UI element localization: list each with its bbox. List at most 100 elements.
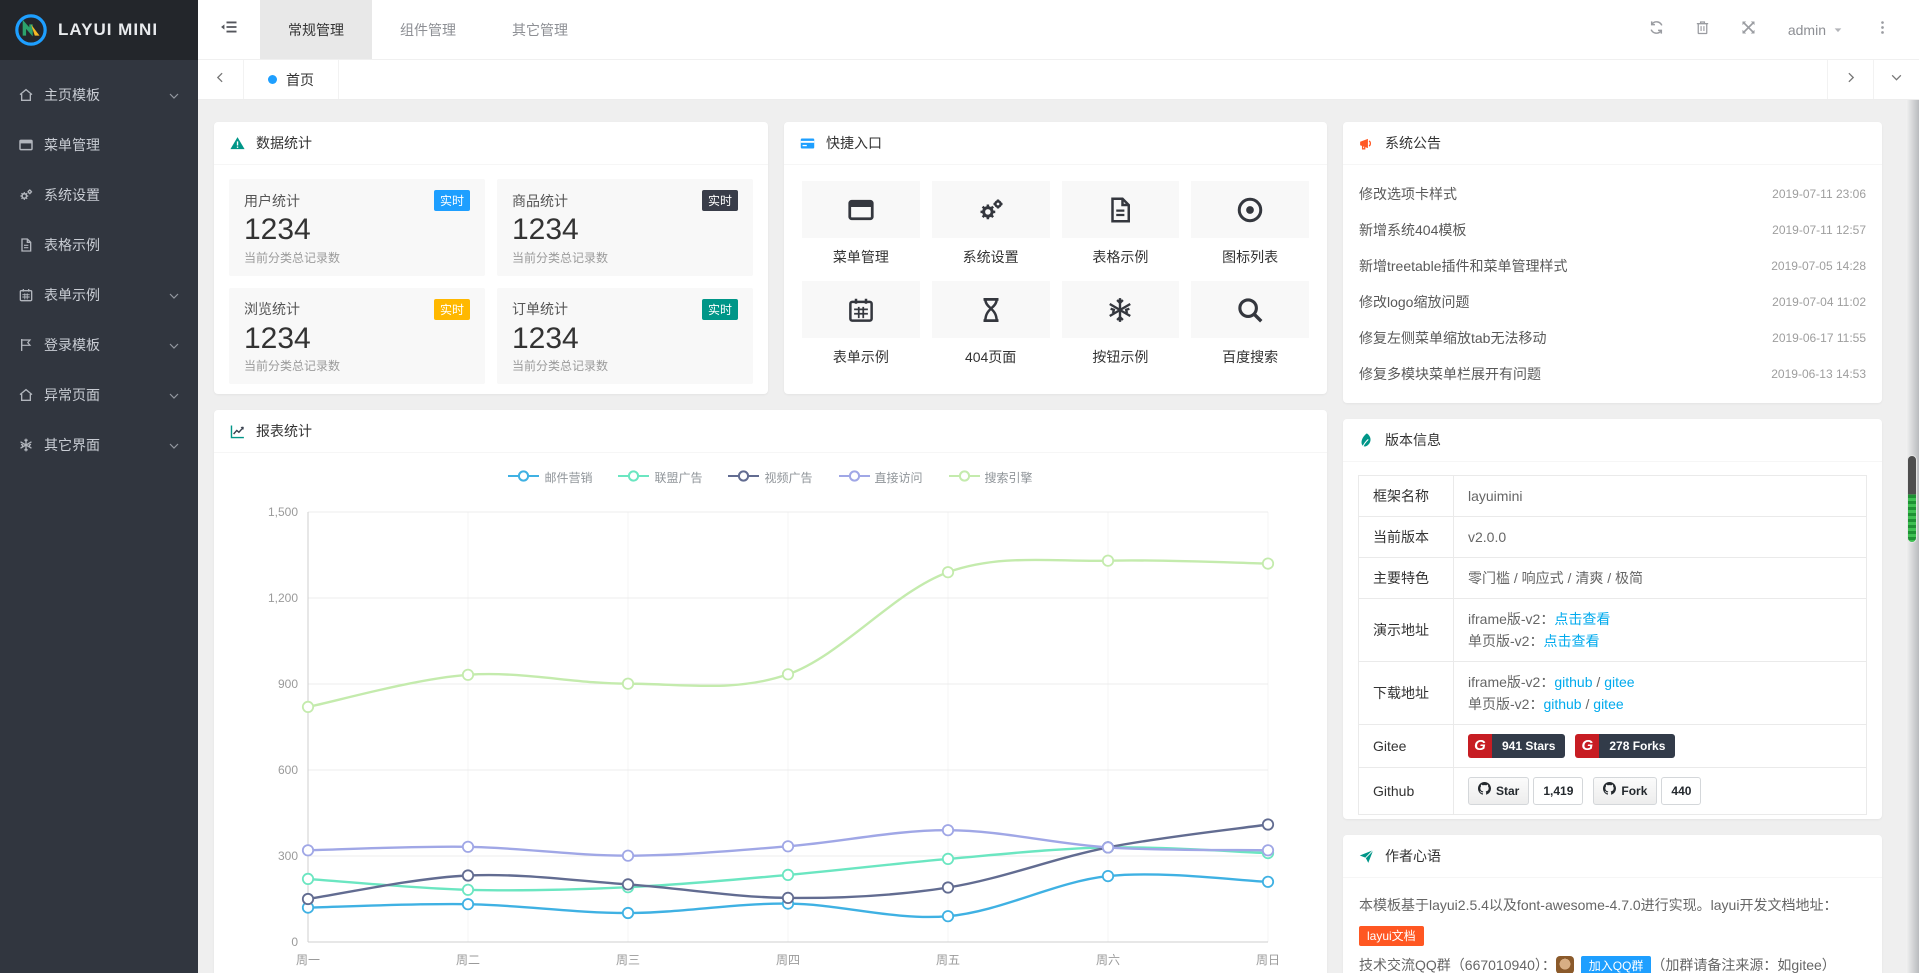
kebab-icon — [1874, 19, 1891, 41]
quick-item-1[interactable]: 菜单管理 — [802, 181, 920, 267]
quick-item-6[interactable]: 404页面 — [932, 281, 1050, 367]
quick-item-7[interactable]: 按钮示例 — [1062, 281, 1180, 367]
sidebar-item-7[interactable]: 异常页面 — [0, 370, 198, 420]
announcement-item-6[interactable]: 修复多模块菜单栏展开有问题2019-06-13 14:53 — [1343, 356, 1882, 392]
gitee-logo-icon: G — [1575, 734, 1599, 758]
chevron-right-icon — [1844, 71, 1857, 89]
tab-home[interactable]: 首页 — [244, 60, 339, 99]
caret-down-icon — [1833, 22, 1843, 38]
svg-text:周五: 周五 — [936, 953, 960, 967]
stat-box-top: 浏览统计实时 — [244, 299, 470, 320]
stat-realtime-badge: 实时 — [434, 190, 470, 211]
sidebar-item-8[interactable]: 其它界面 — [0, 420, 198, 470]
snowflake-icon — [18, 437, 34, 453]
announcement-item-2[interactable]: 新增系统404模板2019-07-11 12:57 — [1343, 212, 1882, 248]
version-link-line: iframe版-v2：点击查看 — [1468, 608, 1852, 630]
quick-item-3[interactable]: 表格示例 — [1062, 181, 1180, 267]
home-icon — [18, 87, 34, 103]
stat-value: 1234 — [512, 320, 738, 358]
link-line-prefix: 单页版-v2： — [1468, 696, 1543, 712]
stat-realtime-badge: 实时 — [434, 299, 470, 320]
stat-box-1: 用户统计实时1234当前分类总记录数 — [229, 179, 485, 276]
version-link[interactable]: github — [1543, 696, 1581, 712]
sidebar-item-label: 异常页面 — [44, 385, 168, 405]
logo[interactable]: LAYUI MINI — [0, 0, 198, 60]
refresh-button[interactable] — [1634, 0, 1680, 60]
github-count: 440 — [1661, 777, 1701, 805]
legend-marker — [949, 470, 980, 485]
scrollbar-track[interactable] — [1906, 100, 1919, 973]
user-menu[interactable]: admin — [1772, 22, 1859, 38]
sidebar-item-4[interactable]: 表格示例 — [0, 220, 198, 270]
github-star-button[interactable]: Star1,419 — [1468, 777, 1583, 805]
announcement-text: 修改选项卡样式 — [1359, 184, 1457, 204]
top-nav: 常规管理组件管理其它管理 — [260, 0, 596, 59]
chevron-down-icon — [168, 389, 180, 401]
announcement-item-5[interactable]: 修复左侧菜单缩放tab无法移动2019-06-17 11:55 — [1343, 320, 1882, 356]
sidebar-item-1[interactable]: 主页模板 — [0, 70, 198, 120]
sidebar-item-5[interactable]: 表单示例 — [0, 270, 198, 320]
file-icon — [1062, 181, 1180, 238]
version-link-line: 单页版-v2：点击查看 — [1468, 630, 1852, 652]
github-fork-button[interactable]: Fork440 — [1593, 777, 1701, 805]
tabs-menu-button[interactable] — [1873, 60, 1919, 99]
gitee-badge[interactable]: G941 Stars — [1468, 734, 1565, 758]
sidebar-item-6[interactable]: 登录模板 — [0, 320, 198, 370]
quick-item-8[interactable]: 百度搜索 — [1191, 281, 1309, 367]
legend-item-3[interactable]: 视频广告 — [728, 469, 812, 486]
scrollbar-thumb[interactable] — [1907, 455, 1917, 543]
legend-item-2[interactable]: 联盟广告 — [618, 469, 702, 486]
announcement-card-header: 系统公告 — [1343, 122, 1882, 165]
version-link[interactable]: github — [1554, 674, 1592, 690]
version-row-value: G941 Stars G278 Forks — [1454, 725, 1867, 768]
quick-item-4[interactable]: 图标列表 — [1191, 181, 1309, 267]
clear-cache-button[interactable] — [1680, 0, 1726, 60]
window-icon — [18, 137, 34, 153]
sidebar-item-label: 表单示例 — [44, 285, 168, 305]
version-link[interactable]: gitee — [1604, 674, 1634, 690]
quick-item-2[interactable]: 系统设置 — [932, 181, 1050, 267]
paper-plane-icon — [1358, 848, 1375, 865]
stats-card: 数据统计 用户统计实时1234当前分类总记录数商品统计实时1234当前分类总记录… — [214, 122, 768, 394]
legend-item-4[interactable]: 直接访问 — [839, 469, 923, 486]
stats-grid: 用户统计实时1234当前分类总记录数商品统计实时1234当前分类总记录数浏览统计… — [214, 165, 768, 398]
tabs-scroll-left-button[interactable] — [198, 60, 244, 99]
more-menu-button[interactable] — [1859, 0, 1905, 60]
gears-icon — [932, 181, 1050, 238]
top-nav-tab-2[interactable]: 组件管理 — [372, 0, 484, 59]
sidebar-item-3[interactable]: 系统设置 — [0, 170, 198, 220]
fullscreen-button[interactable] — [1726, 0, 1772, 60]
qq-group-badge[interactable]: 加入QQ群 — [1581, 956, 1652, 973]
top-nav-tab-1[interactable]: 常规管理 — [260, 0, 372, 59]
link-line-prefix: iframe版-v2： — [1468, 674, 1554, 690]
stat-box-top: 订单统计实时 — [512, 299, 738, 320]
sidebar-item-label: 菜单管理 — [44, 135, 180, 155]
announcement-text: 修改logo缩放问题 — [1359, 292, 1469, 312]
version-link[interactable]: 点击查看 — [1543, 633, 1599, 649]
announcement-date: 2019-07-11 12:57 — [1772, 223, 1866, 237]
version-row-7: Github Star1,419 Fork440 — [1359, 768, 1867, 815]
version-row-label: Github — [1359, 768, 1454, 815]
calendar-icon — [18, 287, 34, 303]
chevron-left-icon — [214, 71, 227, 89]
gitee-badge[interactable]: G278 Forks — [1575, 734, 1675, 758]
announcement-item-4[interactable]: 修改logo缩放问题2019-07-04 11:02 — [1343, 284, 1882, 320]
legend-label: 直接访问 — [875, 469, 923, 486]
layui-doc-badge[interactable]: layui文档 — [1359, 926, 1424, 946]
author-line-2-suffix: （加群请备注来源：如gitee） — [1651, 957, 1835, 973]
legend-item-5[interactable]: 搜索引擎 — [949, 469, 1033, 486]
menu-toggle-button[interactable] — [198, 0, 260, 59]
legend-marker — [728, 470, 759, 485]
legend-item-1[interactable]: 邮件营销 — [508, 469, 592, 486]
announcement-item-3[interactable]: 新增treetable插件和菜单管理样式2019-07-05 14:28 — [1343, 248, 1882, 284]
quick-card-title: 快捷入口 — [826, 133, 882, 153]
announcement-item-1[interactable]: 修改选项卡样式2019-07-11 23:06 — [1343, 176, 1882, 212]
sidebar-menu: 主页模板菜单管理系统设置表格示例表单示例登录模板异常页面其它界面 — [0, 60, 198, 470]
quick-item-5[interactable]: 表单示例 — [802, 281, 920, 367]
tabs-scroll-right-button[interactable] — [1827, 60, 1873, 99]
version-link[interactable]: gitee — [1593, 696, 1623, 712]
top-nav-tab-3[interactable]: 其它管理 — [484, 0, 596, 59]
sidebar-item-2[interactable]: 菜单管理 — [0, 120, 198, 170]
version-link[interactable]: 点击查看 — [1554, 611, 1610, 627]
version-row-label: 主要特色 — [1359, 558, 1454, 599]
